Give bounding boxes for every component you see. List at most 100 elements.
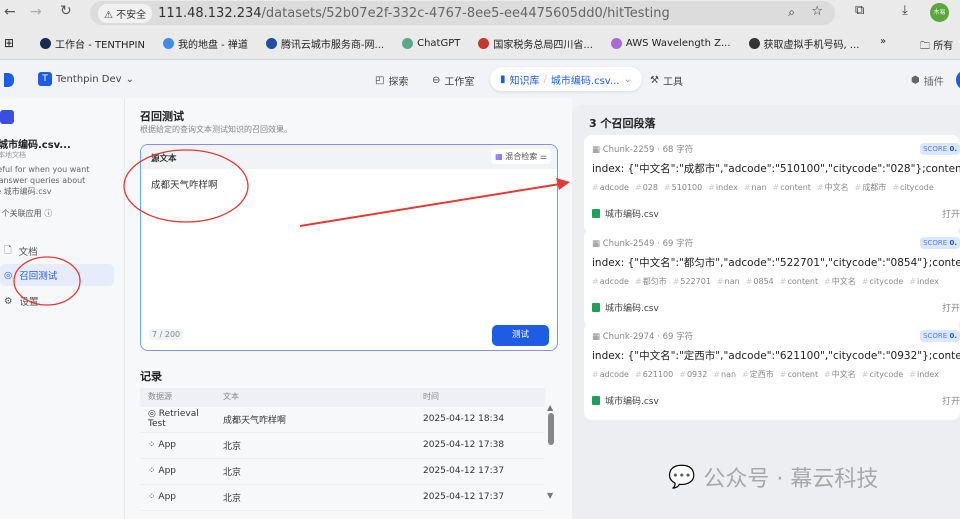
scrollbar-thumb[interactable] — [548, 413, 554, 445]
more-bookmarks-button[interactable]: » — [880, 36, 886, 47]
nav-tools[interactable]: ⚒ 工具 — [650, 73, 683, 88]
bookmark-item[interactable]: 腾讯云城市服务商-网... — [265, 36, 385, 51]
info-icon: ⓘ — [44, 209, 53, 218]
plugins-button[interactable]: ⬢ 插件 — [911, 73, 944, 88]
hammer-icon: ⚒ — [650, 75, 659, 86]
bookmark-item[interactable]: 国家税务总局四川省... — [478, 36, 593, 51]
chevron-down-icon: ⌄ — [125, 73, 134, 85]
tag: content — [780, 370, 818, 379]
table-row[interactable]: ◎ Retrieval Test 成都天气咋样啊 2025-04-12 18:34 — [140, 406, 545, 433]
studio-icon: ⊖ — [432, 75, 441, 86]
test-button[interactable]: 测试 — [492, 325, 549, 346]
bookmark-label: 腾讯云城市服务商-网... — [280, 40, 385, 51]
source-label: Retrieval Test — [148, 409, 199, 429]
chunk-chars: 69 字符 — [662, 239, 694, 249]
tag: 0932 — [679, 370, 707, 379]
tag: 都匀市 — [635, 277, 667, 286]
bookmark-item[interactable]: 我的地盘 - 禅道 — [162, 36, 248, 51]
file-name: 城市编码.csv — [605, 304, 659, 314]
back-icon[interactable]: ← — [4, 4, 16, 20]
url-host: 111.48.132.234 — [158, 5, 262, 21]
tag: citycode — [862, 370, 904, 379]
open-button[interactable]: 打开 — [942, 207, 960, 220]
nav-knowledge[interactable]: ▮ 知识库 / 城市编码.csv... ⌄ — [490, 67, 642, 91]
download-icon[interactable]: ⤓ — [902, 3, 908, 18]
bookmark-label: ChatGPT — [417, 38, 461, 49]
watermark-text: 公众号 · 幕云科技 — [703, 467, 879, 492]
page-subtitle: 根据给定的查询文本测试知识的召回效果。 — [140, 125, 292, 134]
profile-avatar[interactable]: 木易 — [930, 3, 949, 22]
record-time: 2025-04-12 17:37 — [415, 484, 545, 511]
chunk-source-file: 城市编码.csv — [592, 394, 659, 407]
sidebar-item-label: 召回测试 — [19, 271, 58, 282]
records-table: 数据源 文本 时间 ◎ Retrieval Test 成都天气咋样啊 2025-04-1… — [140, 388, 545, 511]
bookmark-item[interactable]: AWS Wavelength Z... — [610, 38, 731, 49]
zoom-icon[interactable]: ⌕ — [788, 5, 795, 20]
csv-file-icon — [592, 303, 600, 312]
tag: 028 — [635, 183, 658, 192]
bookmark-label: 获取虚拟手机号码, ... — [763, 40, 860, 51]
retrieval-mode-button[interactable]: ▦ 混合检索 ⚌ — [491, 149, 551, 164]
nav-explore[interactable]: ◰ 探索 — [375, 73, 408, 88]
tag: index — [708, 183, 738, 192]
chunk-tags: adcode 028 510100 index nan content 中文名成都市 city… — [592, 182, 952, 193]
nav-label: 知识库 — [509, 75, 540, 87]
results-panel: 3 个召回段落 ▦ Chunk-2259 · 68 字符 SCORE 0. in… — [572, 105, 960, 519]
page-title: 召回测试 — [140, 110, 184, 123]
chunk-card[interactable]: ▦ Chunk-2549 · 69 字符 SCORE 0. index: {"中… — [584, 229, 960, 327]
workspace-switcher[interactable]: T Tenthpin Dev ⌄ — [38, 72, 134, 86]
score-value: 0. — [949, 145, 957, 153]
bookmark-icon — [478, 38, 490, 49]
address-bar[interactable]: ⚠ 不安全 111.48.132.234/datasets/52b07e2f-3… — [90, 1, 835, 25]
browser-toolbar: ← → ↻ ⚠ 不安全 111.48.132.234/datasets/52b0… — [0, 0, 960, 28]
user-avatar[interactable] — [956, 70, 960, 90]
chunk-text: index: {"中文名":"定西市","adcode":"621100","c… — [592, 350, 960, 362]
record-source: ⁘ App — [140, 432, 215, 459]
sidebar-item-documents[interactable]: 🗋 文档 — [0, 240, 114, 262]
insecure-badge[interactable]: ⚠ 不安全 — [98, 3, 153, 23]
dataset-selector[interactable]: 城市编码.csv... — [551, 72, 620, 87]
extensions-icon[interactable]: ⧉ — [855, 3, 864, 18]
score-label: SCORE — [923, 145, 948, 153]
nav-label: 工作室 — [444, 77, 475, 88]
table-row[interactable]: ⁘ App 北京 2025-04-12 17:37 — [140, 484, 545, 511]
target-icon: ◎ — [148, 409, 156, 419]
table-row[interactable]: ⁘ App 北京 2025-04-12 17:38 — [140, 432, 545, 459]
open-button[interactable]: 打开 — [942, 394, 960, 407]
tag: nan — [744, 183, 767, 192]
reload-icon[interactable]: ↻ — [60, 3, 72, 19]
bookmark-item[interactable]: 获取虚拟手机号码, ... — [748, 36, 860, 51]
bookmark-label: 我的地盘 - 禅道 — [177, 40, 248, 51]
tag: 成都市 — [855, 183, 887, 192]
scroll-up-icon[interactable]: ▲ — [547, 403, 553, 412]
file-name: 城市编码.csv — [605, 210, 659, 220]
open-button[interactable]: 打开 — [942, 301, 960, 314]
query-input[interactable]: 成都天气咋样啊 — [151, 177, 218, 191]
sidebar-item-settings[interactable]: ⚙ 设置 — [0, 290, 114, 312]
bookmark-label: AWS Wavelength Z... — [625, 38, 731, 49]
tag: citycode — [892, 183, 934, 192]
sidebar-item-retrieval-test[interactable]: ◎ 召回测试 — [0, 264, 114, 286]
source-label: App — [158, 492, 177, 502]
bookmark-item[interactable]: ChatGPT — [402, 38, 460, 49]
nav-studio[interactable]: ⊖ 工作室 — [432, 73, 474, 88]
scroll-down-icon[interactable]: ▼ — [547, 491, 553, 500]
chunk-card[interactable]: ▦ Chunk-2974 · 69 字符 SCORE 0. index: {"中… — [584, 322, 960, 420]
chunk-chars: 68 字符 — [662, 145, 694, 155]
chunk-tags: adcode 都匀市 522701 nan 0854 content 中文名 citycode… — [592, 276, 952, 287]
score-badge: SCORE 0. — [920, 143, 960, 155]
bookmark-item[interactable]: 工作台 - TENTHPIN — [40, 36, 145, 51]
bookmark-label: 工作台 - TENTHPIN — [55, 40, 145, 51]
wechat-icon: 💬 — [668, 464, 696, 490]
chunk-card[interactable]: ▦ Chunk-2259 · 68 字符 SCORE 0. index: {"中… — [584, 135, 960, 233]
bookmark-icon — [162, 38, 174, 49]
table-row[interactable]: ⁘ App 北京 2025-04-12 17:37 — [140, 458, 545, 485]
records-scrollbar[interactable]: ▲ ▼ — [546, 403, 556, 503]
apps-grid-icon[interactable]: ⊞ — [4, 36, 14, 50]
all-bookmarks[interactable]: 🗀 所有 — [920, 37, 953, 56]
linked-apps[interactable]: 0 个关联应用 ⓘ — [0, 208, 52, 219]
forward-icon[interactable]: → — [30, 4, 42, 20]
source-label: App — [158, 440, 177, 450]
app-icon: ⁘ — [148, 492, 156, 502]
star-icon[interactable]: ☆ — [811, 4, 823, 19]
